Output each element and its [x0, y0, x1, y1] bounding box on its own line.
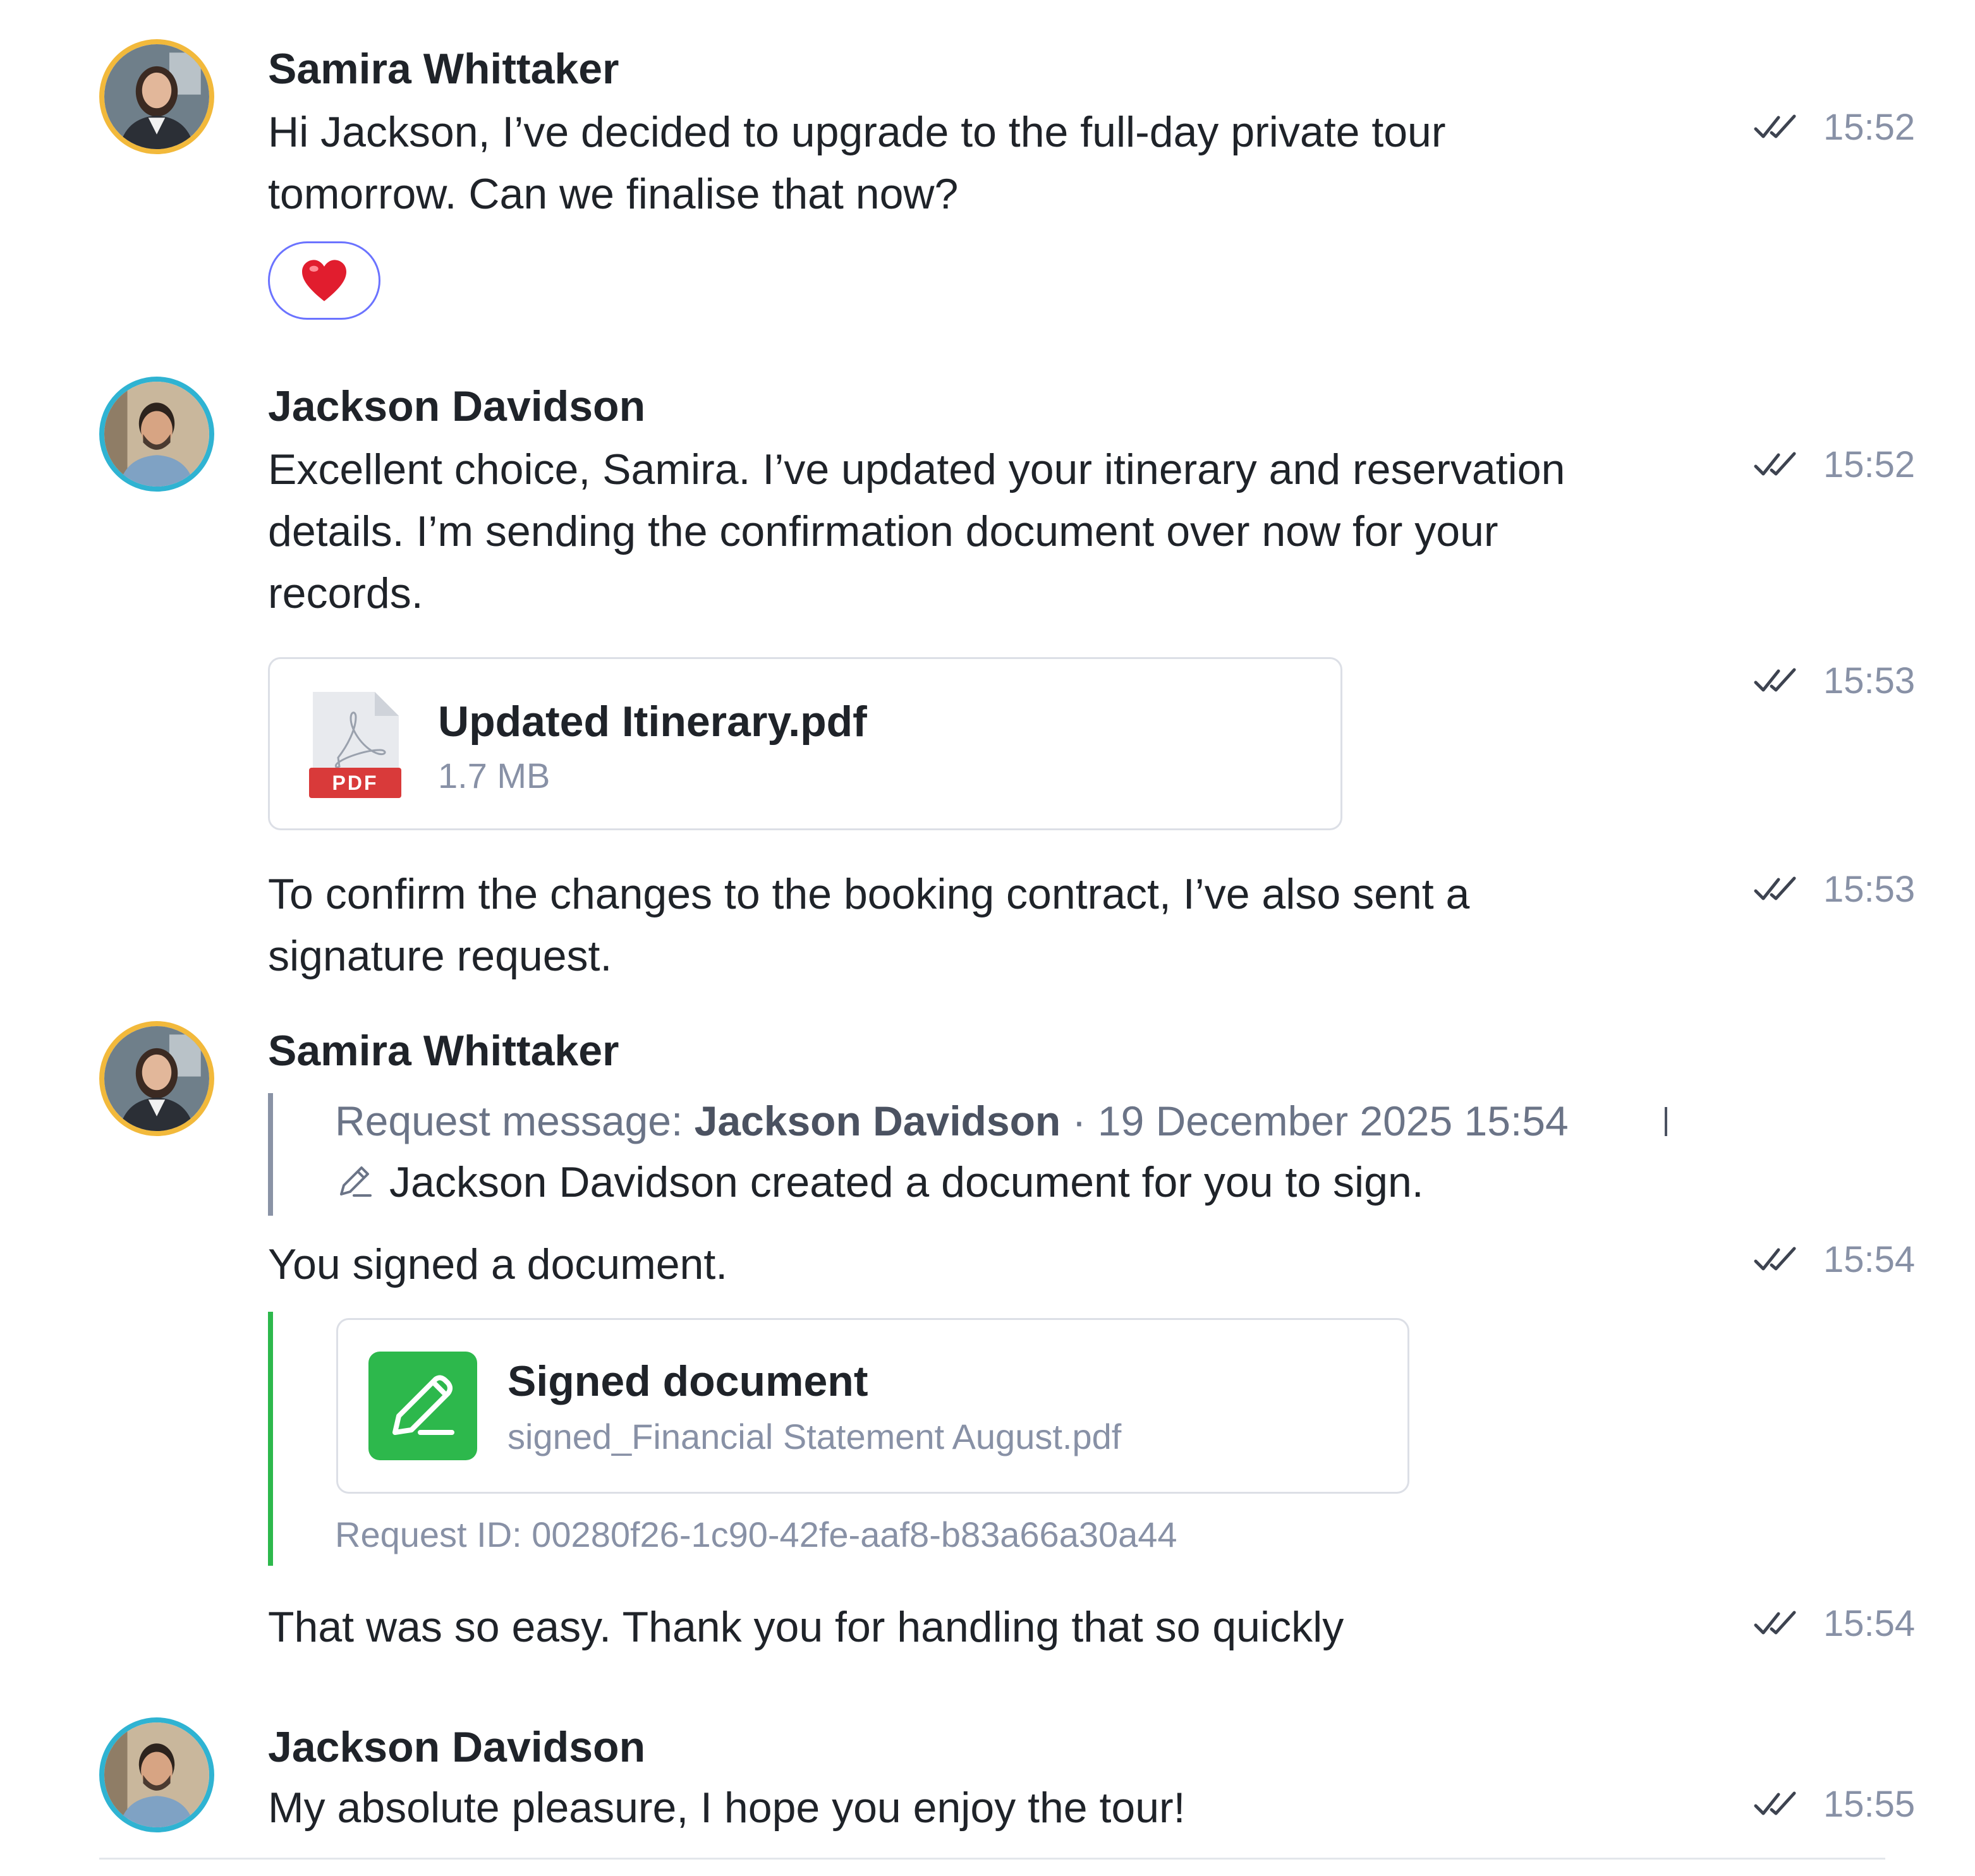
message-time: 15:52	[1823, 444, 1916, 485]
pen-icon	[335, 1161, 374, 1204]
pdf-badge-label: PDF	[332, 772, 379, 794]
double-check-icon	[1754, 114, 1798, 142]
message-time: 15:54	[1823, 1603, 1916, 1644]
signature-icon	[368, 1352, 477, 1460]
message-text-line: To confirm the changes to the booking co…	[268, 870, 1470, 918]
sender-name[interactable]: Samira Whittaker	[268, 1026, 619, 1075]
message-time: 15:54	[1823, 1239, 1916, 1280]
message-text-line: Excellent choice, Samira. I’ve updated y…	[268, 445, 1565, 493]
message-text-line: tomorrow. Can we finalise that now?	[268, 170, 959, 218]
file-name[interactable]: Updated Itinerary.pdf	[438, 697, 867, 746]
request-id: Request ID: 00280f26-1c90-42fe-aaf8-b83a…	[335, 1515, 1177, 1554]
message-meta: 15:54	[1754, 1238, 1915, 1281]
message-text: You signed a document.	[268, 1240, 728, 1288]
avatar[interactable]	[99, 39, 214, 154]
message-time: 15:55	[1823, 1784, 1916, 1825]
double-check-icon	[1754, 451, 1798, 479]
avatar[interactable]	[99, 1021, 214, 1136]
heart-icon	[302, 260, 346, 301]
quoted-message-header[interactable]: Request message: Jackson Davidson · 19 D…	[335, 1090, 1569, 1152]
message-meta: 15:52	[1754, 106, 1915, 148]
message-meta: 15:54	[1754, 1602, 1915, 1645]
quote-date: 19 December 2025 15:54	[1097, 1098, 1569, 1144]
message-text-line: details. I’m sending the confirmation do…	[268, 507, 1498, 555]
reaction-pill[interactable]	[268, 241, 380, 320]
message-meta: 15:52	[1754, 444, 1915, 486]
signed-document-card[interactable]: Signed document signed_Financial Stateme…	[336, 1318, 1409, 1494]
message-text-line: records.	[268, 569, 423, 617]
double-check-icon	[1754, 1791, 1798, 1819]
overflow-marker	[1665, 1107, 1667, 1136]
signed-document-file[interactable]: signed_Financial Statement August.pdf	[507, 1416, 1121, 1457]
double-check-icon	[1754, 1610, 1798, 1638]
message-time: 15:53	[1823, 869, 1916, 910]
message-meta: 15:55	[1754, 1783, 1915, 1825]
quote-author: Jackson Davidson	[694, 1098, 1061, 1144]
quote-prefix: Request message:	[335, 1098, 695, 1144]
sender-name[interactable]: Samira Whittaker	[268, 44, 619, 94]
signed-indicator-bar	[268, 1312, 273, 1566]
signed-document-title: Signed document	[507, 1357, 868, 1405]
message-text: My absolute pleasure, I hope you enjoy t…	[268, 1784, 1186, 1832]
sender-name[interactable]: Jackson Davidson	[268, 1722, 645, 1772]
message-meta: 15:53	[1754, 660, 1915, 702]
message-meta: 15:53	[1754, 868, 1915, 911]
message-time: 15:52	[1823, 107, 1916, 148]
message-time: 15:53	[1823, 660, 1916, 701]
quoted-message-text: Jackson Davidson created a document for …	[389, 1158, 1424, 1206]
message-text-line: Hi Jackson, I’ve decided to upgrade to t…	[268, 108, 1446, 156]
avatar[interactable]	[99, 1717, 214, 1832]
message-text: That was so easy. Thank you for handling…	[268, 1603, 1344, 1651]
file-attachment[interactable]: PDF Updated Itinerary.pdf 1.7 MB	[268, 657, 1342, 830]
double-check-icon	[1754, 667, 1798, 695]
file-size: 1.7 MB	[438, 756, 550, 796]
double-check-icon	[1754, 876, 1798, 904]
quote-separator: ·	[1060, 1098, 1098, 1144]
message-text-line: signature request.	[268, 932, 612, 980]
avatar[interactable]	[99, 377, 214, 492]
double-check-icon	[1754, 1246, 1798, 1274]
divider	[99, 1858, 1885, 1860]
pdf-file-icon: PDF	[309, 689, 401, 801]
quote-bar	[268, 1093, 273, 1216]
sender-name[interactable]: Jackson Davidson	[268, 382, 645, 431]
